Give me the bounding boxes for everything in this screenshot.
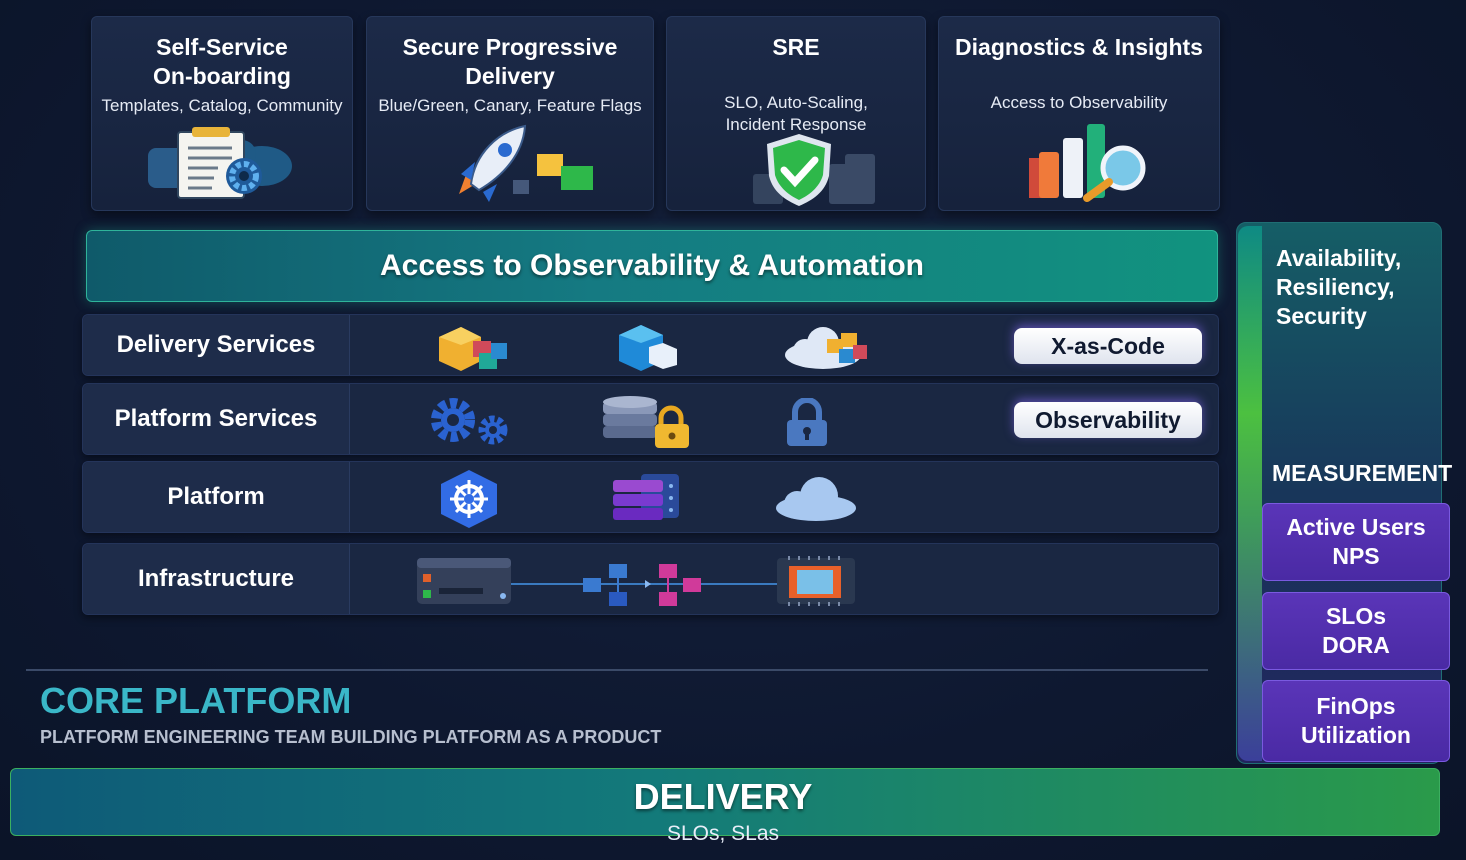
banner-text: Access to Observability & Automation — [379, 249, 924, 282]
network-hardware-icon — [417, 556, 855, 606]
delivery-title: DELIVERY — [633, 776, 813, 817]
card-title: Diagnostics & Insights — [955, 34, 1203, 60]
layer-infrastructure: Infrastructure — [82, 543, 1219, 615]
delivery-subtitle: SLOs, SLas — [666, 822, 780, 845]
layer-platform-services: Platform Services Observability — [82, 383, 1219, 455]
layer-label: Delivery Services — [83, 315, 350, 375]
card-subtitle: Templates, Catalog, Community — [101, 96, 343, 115]
card-subtitle: Access to Observability — [990, 93, 1168, 112]
card-subtitle: Blue/Green, Canary, Feature Flags — [378, 96, 642, 115]
core-platform-subtitle: PLATFORM ENGINEERING TEAM BUILDING PLATF… — [40, 727, 662, 747]
rocket-icon — [459, 124, 593, 202]
observability-automation-banner: Access to Observability & Automation — [86, 230, 1218, 302]
card-title: Self-Service On-boarding — [153, 34, 291, 89]
card-title: Secure Progressive Delivery — [402, 34, 618, 89]
cloud-cubes-icon — [785, 327, 867, 369]
card-sre: SRE SLO, Auto-Scaling, Incident Response — [666, 16, 926, 211]
chart-magnifier-icon — [1029, 124, 1146, 202]
clipboard-gear-icon — [148, 127, 292, 199]
layer-label: Platform Services — [83, 384, 350, 454]
measurement-gradient-bar — [1238, 226, 1262, 761]
metric-finops-utilization: FinOps Utilization — [1262, 680, 1450, 762]
gears-icon — [431, 398, 508, 445]
x-as-code-pill: X-as-Code — [1014, 328, 1202, 364]
layer-platform: Platform — [82, 461, 1219, 533]
card-progressive-delivery: Secure Progressive Delivery Blue/Green, … — [366, 16, 654, 211]
core-platform-title: CORE PLATFORM — [40, 680, 352, 721]
card-self-service: Self-Service On-boarding Templates, Cata… — [91, 16, 353, 211]
kubernetes-icon — [441, 470, 497, 528]
card-title: SRE — [772, 34, 820, 60]
divider — [26, 669, 1208, 671]
database-lock-icon — [603, 396, 689, 448]
layer-label: Infrastructure — [83, 544, 350, 614]
observability-pill: Observability — [1014, 402, 1202, 438]
metric-active-users-nps: Active Users NPS — [1262, 503, 1450, 581]
cube-icon — [619, 325, 677, 371]
metric-slos-dora: SLOs DORA — [1262, 592, 1450, 670]
cloud-icon — [776, 477, 856, 521]
availability-resiliency-security: Availability, Resiliency, Security — [1276, 245, 1402, 329]
cubes-icon — [439, 327, 507, 371]
server-stack-icon — [613, 474, 679, 520]
lock-icon — [787, 398, 827, 446]
shield-check-icon — [753, 134, 875, 206]
measurement-label: MEASUREMENT — [1272, 460, 1453, 486]
layer-label: Platform — [83, 462, 350, 532]
layer-delivery-services: Delivery Services X-as-Code — [82, 314, 1219, 376]
card-diagnostics: Diagnostics & Insights Access to Observa… — [938, 16, 1220, 211]
